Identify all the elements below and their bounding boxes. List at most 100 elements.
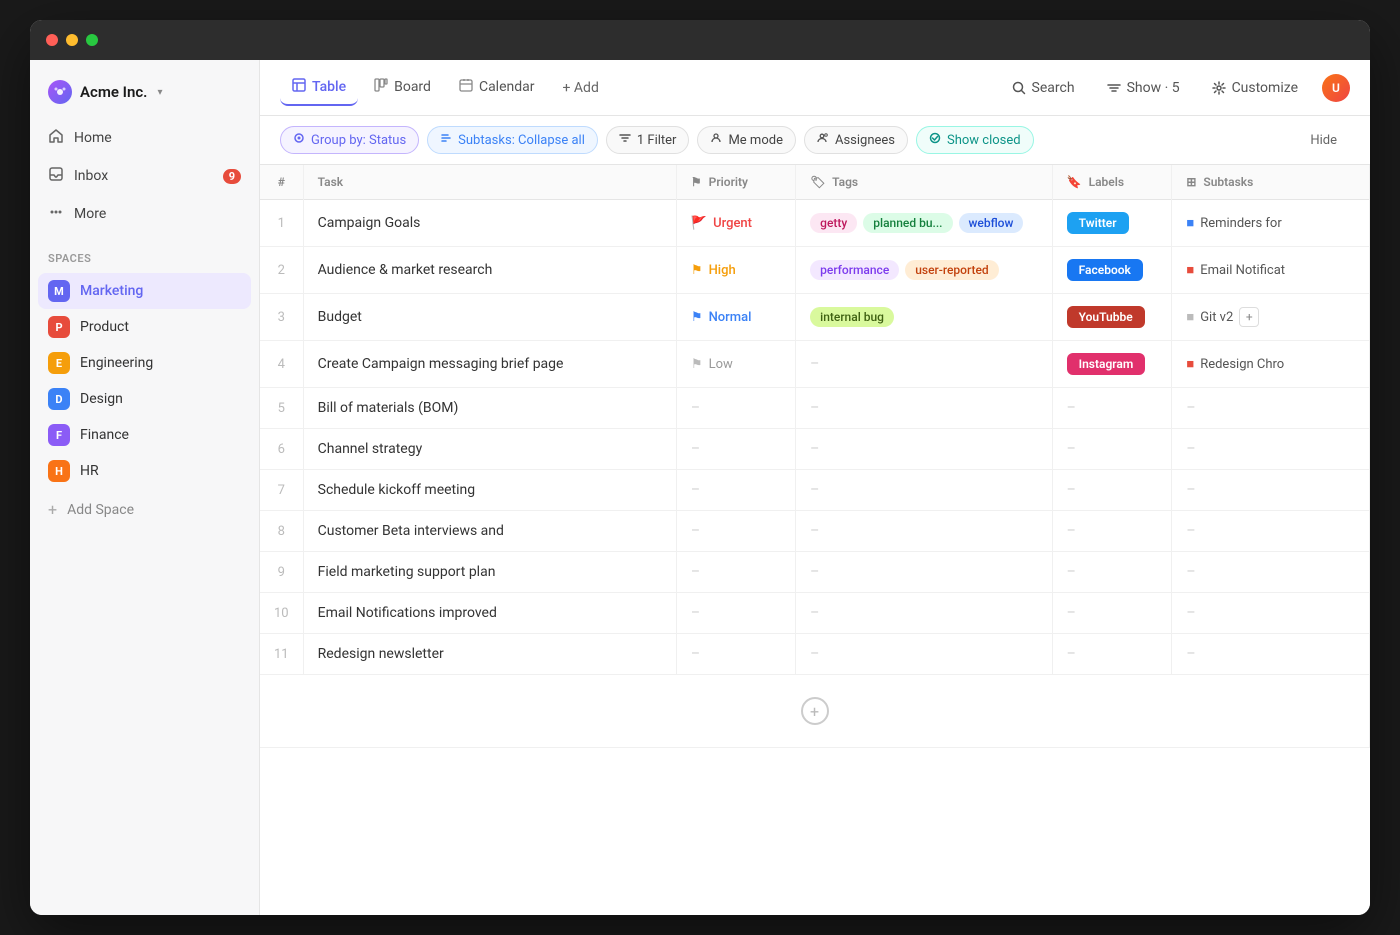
label-badge: Twitter [1067, 212, 1129, 234]
label-cell: – [1052, 388, 1172, 429]
subtasks-label: Subtasks: Collapse all [458, 133, 585, 148]
col-labels-label: Labels [1089, 175, 1124, 189]
task-name: Redesign newsletter [318, 646, 444, 662]
sidebar-item-finance[interactable]: F Finance [38, 417, 251, 453]
tags-cell: – [796, 552, 1052, 593]
task-cell[interactable]: Budget [303, 294, 676, 341]
add-row-cell: + [260, 675, 1370, 748]
col-subtasks-label: Subtasks [1203, 175, 1253, 189]
task-cell[interactable]: Customer Beta interviews and [303, 511, 676, 552]
brand-button[interactable]: Acme Inc. ▾ [38, 72, 251, 112]
hr-avatar: H [48, 460, 70, 482]
subtask-cell[interactable]: ■ Git v2 + [1172, 294, 1370, 341]
tags-cell: – [796, 429, 1052, 470]
subtask-icon: ■ [1186, 356, 1194, 372]
row-num: 7 [260, 470, 303, 511]
filter-label: 1 Filter [637, 133, 677, 148]
sidebar-item-hr[interactable]: H HR [38, 453, 251, 489]
tag[interactable]: performance [810, 260, 899, 280]
marketing-avatar: M [48, 280, 70, 302]
assignees-chip[interactable]: Assignees [804, 126, 908, 154]
me-mode-icon [710, 132, 722, 148]
add-task-button[interactable]: + [801, 697, 829, 725]
sidebar-item-design[interactable]: D Design [38, 381, 251, 417]
subtask-text: Reminders for [1200, 216, 1282, 231]
filter-chip[interactable]: 1 Filter [606, 126, 690, 154]
task-cell[interactable]: Create Campaign messaging brief page [303, 341, 676, 388]
sidebar-item-home[interactable]: Home [38, 120, 251, 156]
priority-cell[interactable]: 🚩 Urgent [676, 200, 795, 247]
labels-col-icon: 🔖 [1067, 175, 1082, 189]
tag[interactable]: getty [810, 213, 857, 233]
toolbar: Table Board Calendar [260, 60, 1370, 116]
search-label: Search [1032, 80, 1075, 96]
customize-button[interactable]: Customize [1204, 74, 1306, 102]
search-button[interactable]: Search [1004, 74, 1083, 102]
sidebar-item-engineering[interactable]: E Engineering [38, 345, 251, 381]
task-cell[interactable]: Schedule kickoff meeting [303, 470, 676, 511]
tag[interactable]: internal bug [810, 307, 894, 327]
task-cell[interactable]: Channel strategy [303, 429, 676, 470]
inbox-badge: 9 [223, 169, 241, 184]
tab-table[interactable]: Table [280, 70, 358, 106]
task-name: Bill of materials (BOM) [318, 400, 459, 416]
row-num: 2 [260, 247, 303, 294]
task-name: Channel strategy [318, 441, 423, 457]
subtask-cell: – [1172, 552, 1370, 593]
col-tags: 🏷 Tags [796, 165, 1052, 200]
task-cell[interactable]: Redesign newsletter [303, 634, 676, 675]
sidebar-item-more-label: More [74, 206, 106, 222]
subtask-cell[interactable]: ■ Email Notificat [1172, 247, 1370, 294]
user-avatar[interactable]: U [1322, 74, 1350, 102]
tags-cell: internal bug [796, 294, 1052, 341]
label-cell: – [1052, 593, 1172, 634]
close-button[interactable] [46, 34, 58, 46]
plus-badge-button[interactable]: + [1239, 307, 1259, 327]
add-view-button[interactable]: + Add [551, 72, 611, 104]
subtask-cell[interactable]: ■ Reminders for [1172, 200, 1370, 247]
task-cell[interactable]: Campaign Goals [303, 200, 676, 247]
priority-cell[interactable]: ⚑ High [676, 247, 795, 294]
sidebar-item-home-label: Home [74, 130, 112, 146]
sidebar-item-inbox[interactable]: Inbox 9 [38, 158, 251, 194]
subtasks-chip[interactable]: Subtasks: Collapse all [427, 126, 598, 154]
row-num: 4 [260, 341, 303, 388]
label-cell: – [1052, 552, 1172, 593]
task-cell[interactable]: Bill of materials (BOM) [303, 388, 676, 429]
show-closed-chip[interactable]: Show closed [916, 126, 1034, 154]
show-button[interactable]: Show · 5 [1099, 74, 1188, 102]
table-row: 9 Field marketing support plan – – – – [260, 552, 1370, 593]
subtask-cell: – [1172, 593, 1370, 634]
label-cell[interactable]: Instagram [1052, 341, 1172, 388]
me-mode-chip[interactable]: Me mode [697, 126, 796, 154]
table-header-row: # Task ⚑ Priority 🏷 Tags [260, 165, 1370, 200]
spaces-list: M Marketing P Product E Engineering D De… [38, 273, 251, 489]
sidebar-item-marketing[interactable]: M Marketing [38, 273, 251, 309]
minimize-button[interactable] [66, 34, 78, 46]
label-cell[interactable]: Facebook [1052, 247, 1172, 294]
priority-cell[interactable]: ⚑ Normal [676, 294, 795, 341]
tab-board[interactable]: Board [362, 70, 443, 106]
sidebar-item-more[interactable]: More [38, 196, 251, 232]
hr-label: HR [80, 463, 99, 479]
priority-cell[interactable]: ⚑ Low [676, 341, 795, 388]
group-by-chip[interactable]: Group by: Status [280, 126, 419, 154]
tags-cell: getty planned bu... webflow [796, 200, 1052, 247]
task-name: Schedule kickoff meeting [318, 482, 476, 498]
task-cell[interactable]: Field marketing support plan [303, 552, 676, 593]
maximize-button[interactable] [86, 34, 98, 46]
sidebar-item-product[interactable]: P Product [38, 309, 251, 345]
tab-calendar[interactable]: Calendar [447, 70, 547, 106]
hide-button[interactable]: Hide [1297, 127, 1350, 154]
label-cell[interactable]: Twitter [1052, 200, 1172, 247]
task-cell[interactable]: Audience & market research [303, 247, 676, 294]
tag[interactable]: planned bu... [863, 213, 952, 233]
tag[interactable]: user-reported [905, 260, 998, 280]
label-cell[interactable]: YouTubbe [1052, 294, 1172, 341]
label-badge: Facebook [1067, 259, 1143, 281]
tag[interactable]: webflow [959, 213, 1024, 233]
task-cell[interactable]: Email Notifications improved [303, 593, 676, 634]
engineering-label: Engineering [80, 355, 153, 371]
subtask-cell[interactable]: ■ Redesign Chro [1172, 341, 1370, 388]
add-space-button[interactable]: + Add Space [38, 493, 251, 526]
